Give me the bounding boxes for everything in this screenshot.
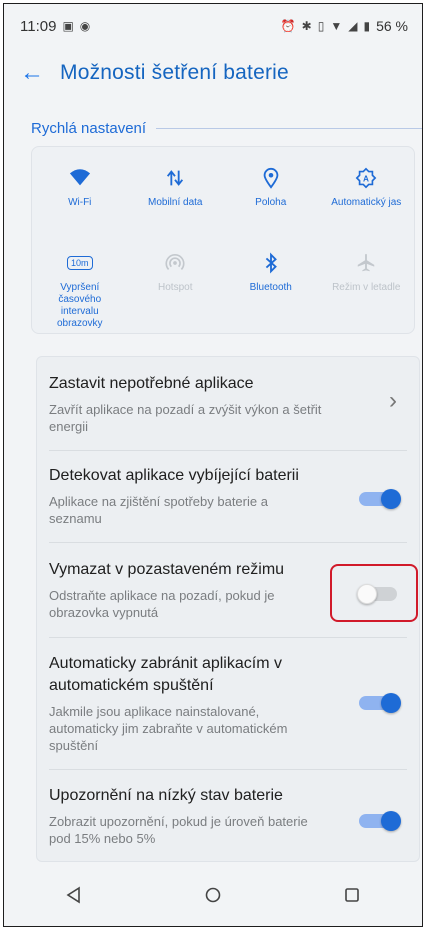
bluetooth-icon: ✱ xyxy=(301,19,312,33)
qs-screen-timeout-label: Vypršení časového intervalu obrazovky xyxy=(56,282,103,329)
quick-settings-header: Rychlá nastavení xyxy=(31,116,422,140)
recents-icon[interactable] xyxy=(322,886,382,904)
alarm-icon: ⏰ xyxy=(280,19,296,33)
signal-icon: ◢ xyxy=(348,19,358,33)
navigation-bar xyxy=(4,864,422,926)
svg-text:A: A xyxy=(363,175,369,184)
auto-brightness-icon: A xyxy=(355,165,377,191)
toggle-knob xyxy=(381,693,401,713)
app-bar: ← Možnosti šetření baterie xyxy=(4,48,422,98)
setting-subtitle: Jakmile jsou aplikace nainstalované, aut… xyxy=(49,704,288,753)
setting-title: Upozornění na nízký stav baterie xyxy=(49,787,283,804)
qs-location-label: Poloha xyxy=(255,197,287,208)
qs-wifi[interactable]: Wi-Fi xyxy=(32,153,128,238)
screen-timeout-icon: 10m xyxy=(66,250,93,276)
row-divider xyxy=(49,637,407,638)
setting-subtitle: Zavřít aplikace na pozadí a zvýšit výkon… xyxy=(49,402,322,434)
back-nav-icon[interactable] xyxy=(44,886,104,904)
page-title: Možnosti šetření baterie xyxy=(60,61,289,84)
detect-drain-toggle[interactable] xyxy=(359,489,401,509)
row-divider xyxy=(49,450,407,451)
qs-auto-brightness-label: Automatický jas xyxy=(331,197,402,208)
qs-screen-timeout[interactable]: 10m Vypršení časového intervalu obrazovk… xyxy=(32,238,128,333)
vibrate-icon: ▯ xyxy=(317,19,325,33)
mobile-data-icon xyxy=(164,165,186,191)
setting-title: Zastavit nepotřebné aplikace xyxy=(49,375,254,392)
hotspot-icon xyxy=(164,250,186,276)
qs-mobile-data[interactable]: Mobilní data xyxy=(128,153,224,238)
back-arrow-icon[interactable]: ← xyxy=(20,59,60,87)
battery-percent: 56 % xyxy=(376,18,408,34)
phone-screen: 11:09 ▣ ◉ ⏰ ✱ ▯ ▼ ◢ ▮ 56 % ← Možnosti še… xyxy=(3,3,423,927)
qs-auto-brightness[interactable]: A Automatický jas xyxy=(319,153,415,238)
qs-bluetooth-label: Bluetooth xyxy=(249,282,292,293)
cast-icon: ◉ xyxy=(79,19,91,33)
screenshot-icon: ▣ xyxy=(62,19,74,33)
wifi-icon xyxy=(69,165,91,191)
timeout-badge: 10m xyxy=(66,256,93,270)
setting-row-stop-apps[interactable]: Zastavit nepotřebné aplikace Zavřít apli… xyxy=(37,373,419,435)
wifi-icon: ▼ xyxy=(330,19,343,33)
location-icon xyxy=(260,165,282,191)
qs-wifi-label: Wi-Fi xyxy=(68,197,92,208)
row-divider xyxy=(49,542,407,543)
quick-settings-panel: Wi-Fi Mobilní data Poloha A Automatický … xyxy=(31,146,415,334)
setting-subtitle: Aplikace na zjištění spotřeby baterie a … xyxy=(49,494,268,526)
row-divider xyxy=(49,769,407,770)
toggle-knob xyxy=(381,489,401,509)
qs-airplane-mode[interactable]: Režim v letadle xyxy=(319,238,415,333)
low-battery-alert-toggle[interactable] xyxy=(359,811,401,831)
setting-subtitle: Zobrazit upozornění, pokud je úroveň bat… xyxy=(49,814,308,846)
qs-mobile-data-label: Mobilní data xyxy=(148,197,203,208)
toggle-knob xyxy=(381,811,401,831)
setting-title: Detekovat aplikace vybíjející baterii xyxy=(49,467,299,484)
battery-icon: ▮ xyxy=(363,19,371,33)
setting-subtitle: Odstraňte aplikace na pozadí, pokud je o… xyxy=(49,588,275,620)
qs-location[interactable]: Poloha xyxy=(223,153,319,238)
home-icon[interactable] xyxy=(183,886,243,904)
qs-airplane-mode-label: Režim v letadle xyxy=(332,282,401,293)
setting-title: Vymazat v pozastaveném režimu xyxy=(49,561,285,578)
qs-hotspot[interactable]: Hotspot xyxy=(128,238,224,333)
qs-bluetooth[interactable]: Bluetooth xyxy=(223,238,319,333)
chevron-right-icon[interactable]: › xyxy=(389,387,397,415)
prevent-autostart-toggle[interactable] xyxy=(359,693,401,713)
airplane-icon xyxy=(355,250,377,276)
status-time: 11:09 xyxy=(20,17,57,35)
highlight-box xyxy=(330,564,418,622)
header-divider xyxy=(156,127,422,129)
setting-title: Automaticky zabránit aplikacím v automat… xyxy=(49,655,282,694)
bluetooth-icon xyxy=(260,250,282,276)
quick-settings-header-label: Rychlá nastavení xyxy=(31,119,147,137)
qs-hotspot-label: Hotspot xyxy=(158,282,193,293)
status-bar: 11:09 ▣ ◉ ⏰ ✱ ▯ ▼ ◢ ▮ 56 % xyxy=(4,4,422,48)
